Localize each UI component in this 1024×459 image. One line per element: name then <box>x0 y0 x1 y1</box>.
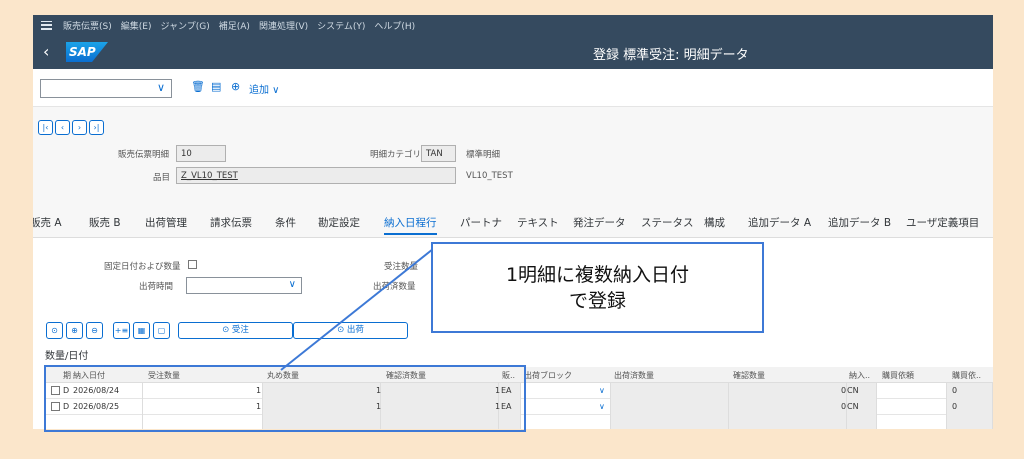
callout-line-2: で登録 <box>568 289 626 312</box>
callout-connector-line <box>280 248 434 371</box>
callout-line-1: 1明細に複数納入日付 <box>505 263 690 286</box>
annotation-callout: 1明細に複数納入日付 で登録 <box>431 242 764 333</box>
